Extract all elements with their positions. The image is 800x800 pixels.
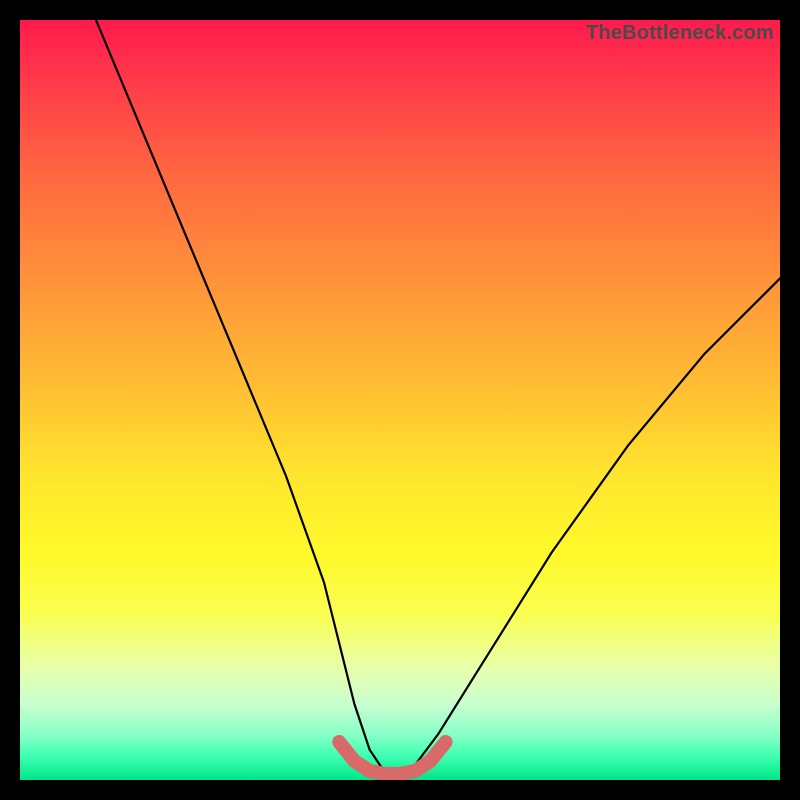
plot-area: TheBottleneck.com [20,20,780,780]
bottleneck-curve-path [96,20,780,772]
curve-layer [20,20,780,780]
chart-frame: TheBottleneck.com [0,0,800,800]
